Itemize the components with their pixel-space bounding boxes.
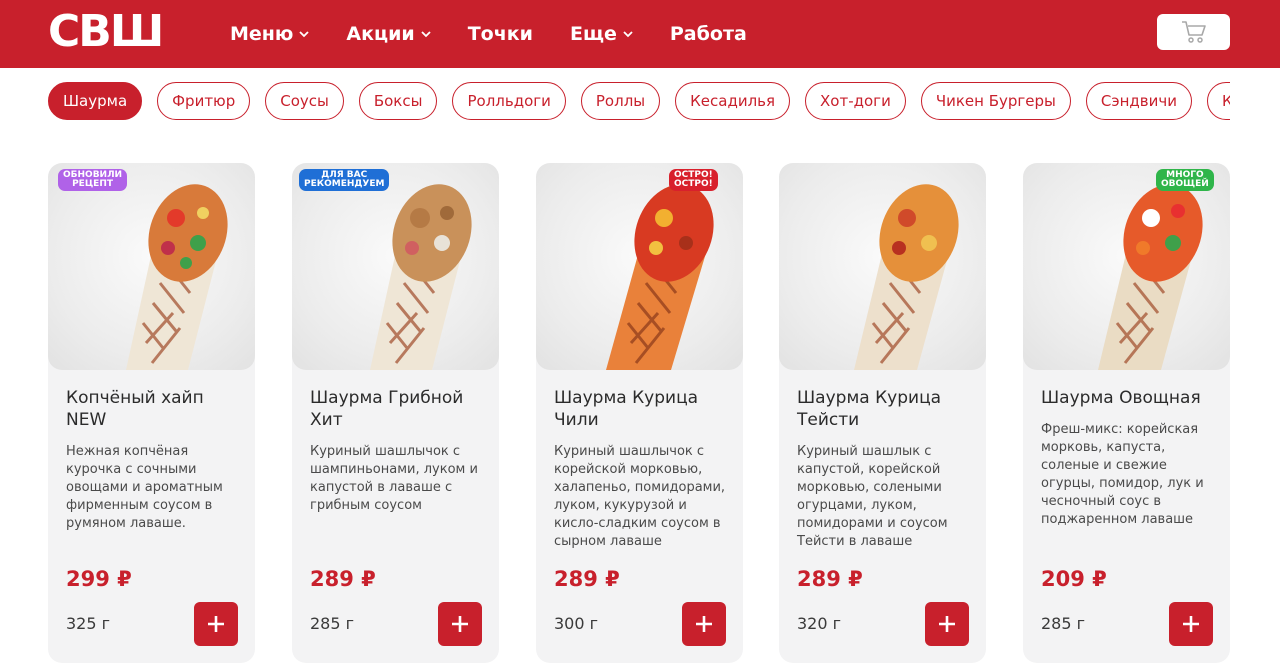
plus-icon: [208, 616, 224, 632]
product-grid: обновили рецепт Копчёный хайп NEW Нежная…: [48, 163, 1230, 667]
add-to-cart-button[interactable]: [682, 602, 726, 646]
add-to-cart-button[interactable]: [438, 602, 482, 646]
chip-rolldogs[interactable]: Ролльдоги: [452, 82, 566, 120]
badge-line: рекомендуем: [304, 179, 385, 189]
shawarma-image: [370, 184, 472, 370]
product-price: 289 ₽: [797, 567, 863, 591]
add-to-cart-button[interactable]: [1169, 602, 1213, 646]
product-price: 209 ₽: [1041, 567, 1107, 591]
plus-icon: [939, 616, 955, 632]
product-image[interactable]: обновили рецепт: [48, 163, 255, 370]
product-title[interactable]: Шаурма Курица Тейсти: [797, 387, 972, 431]
chip-fryer[interactable]: Фритюр: [157, 82, 251, 120]
product-weight: 300 г: [554, 614, 599, 633]
chip-shawarma[interactable]: Шаурма: [48, 82, 143, 120]
product-image[interactable]: остро! остро!: [536, 163, 743, 370]
product-description: Куриный шашлычок с корейской морковью, х…: [554, 444, 726, 549]
nav-item-jobs[interactable]: Работа: [670, 23, 747, 45]
product-weight: 285 г: [1041, 614, 1086, 633]
add-to-cart-button[interactable]: [925, 602, 969, 646]
nav-item-label: Акции: [346, 23, 415, 45]
product-card[interactable]: много овощей Шаурма Овощная Фреш-микс: к…: [1023, 163, 1230, 663]
chip-rolls[interactable]: Роллы: [580, 82, 661, 120]
product-title[interactable]: Шаурма Грибной Хит: [310, 387, 485, 431]
category-chips: Шаурма Фритюр Соусы Боксы Ролльдоги Ролл…: [48, 82, 1230, 122]
nav-item-menu[interactable]: Меню: [230, 23, 310, 45]
product-price: 289 ₽: [554, 567, 620, 591]
shawarma-image: [854, 184, 959, 370]
chip-sandwiches[interactable]: Сэндвичи: [1085, 82, 1192, 120]
product-weight: 285 г: [310, 614, 355, 633]
product-badge: обновили рецепт: [58, 169, 128, 191]
product-card[interactable]: остро! остро! Шаурма Курица Чили Куриный…: [536, 163, 743, 663]
plus-icon: [1183, 616, 1199, 632]
nav-item-label: Работа: [669, 23, 747, 45]
chip-boxes[interactable]: Боксы: [358, 82, 438, 120]
product-description: Куриный шашлык с капустой, корейской мор…: [797, 444, 948, 549]
cart-icon: [1181, 21, 1206, 43]
nav-item-locations[interactable]: Точки: [468, 23, 533, 45]
product-weight: 320 г: [797, 614, 842, 633]
main-nav: Меню Акции Точки Еще Работа: [230, 0, 784, 68]
product-price: 299 ₽: [66, 567, 132, 591]
badge-line: рецепт: [72, 179, 113, 189]
chevron-down-icon: [421, 31, 431, 38]
nav-item-label: Еще: [570, 23, 617, 45]
product-weight: 325 г: [66, 614, 111, 633]
shawarma-image: [126, 184, 228, 370]
product-image[interactable]: много овощей: [1023, 163, 1230, 370]
product-image[interactable]: [779, 163, 986, 370]
product-badge: остро! остро!: [669, 169, 718, 191]
badge-line: овощей: [1161, 179, 1209, 189]
chip-chicken-burgers[interactable]: Чикен Бургеры: [920, 82, 1071, 120]
product-badge: много овощей: [1156, 169, 1214, 191]
site-header: СВШ Меню Акции Точки Еще Работа: [0, 0, 1280, 68]
product-card[interactable]: для вас рекомендуем Шаурма Грибной Хит К…: [292, 163, 499, 663]
nav-item-label: Меню: [230, 23, 294, 45]
nav-item-promotions[interactable]: Акции: [346, 23, 431, 45]
chevron-down-icon: [299, 31, 310, 38]
product-title[interactable]: Шаурма Овощная: [1041, 387, 1216, 409]
product-price: 289 ₽: [310, 567, 376, 591]
chevron-down-icon: [623, 31, 633, 38]
product-title[interactable]: Копчёный хайп NEW: [66, 387, 241, 431]
product-card[interactable]: Шаурма Курица Тейсти Куриный шашлык с ка…: [779, 163, 986, 663]
product-card[interactable]: обновили рецепт Копчёный хайп NEW Нежная…: [48, 163, 255, 663]
shawarma-image: [1098, 184, 1203, 370]
product-description: Фреш-микс: корейская морковь, капуста, с…: [1041, 422, 1204, 527]
shawarma-image: [606, 184, 714, 370]
add-to-cart-button[interactable]: [194, 602, 238, 646]
product-image[interactable]: для вас рекомендуем: [292, 163, 499, 370]
nav-item-label: Точки: [467, 23, 533, 45]
chip-combo[interactable]: Комбо: [1206, 82, 1230, 120]
chip-sauces[interactable]: Соусы: [265, 82, 344, 120]
badge-line: остро!: [674, 179, 713, 189]
product-description: Нежная копчёная курочка с сочными овощам…: [66, 444, 223, 531]
logo[interactable]: СВШ: [48, 8, 164, 56]
plus-icon: [696, 616, 712, 632]
chip-hotdogs[interactable]: Хот-доги: [805, 82, 906, 120]
chip-quesadilla[interactable]: Кесадилья: [675, 82, 791, 120]
product-badge: для вас рекомендуем: [299, 169, 390, 191]
product-description: Куриный шашлычок с шампиньонами, луком и…: [310, 444, 478, 513]
nav-item-more[interactable]: Еще: [570, 23, 633, 45]
product-title[interactable]: Шаурма Курица Чили: [554, 387, 729, 431]
cart-button[interactable]: [1157, 14, 1230, 50]
plus-icon: [452, 616, 468, 632]
